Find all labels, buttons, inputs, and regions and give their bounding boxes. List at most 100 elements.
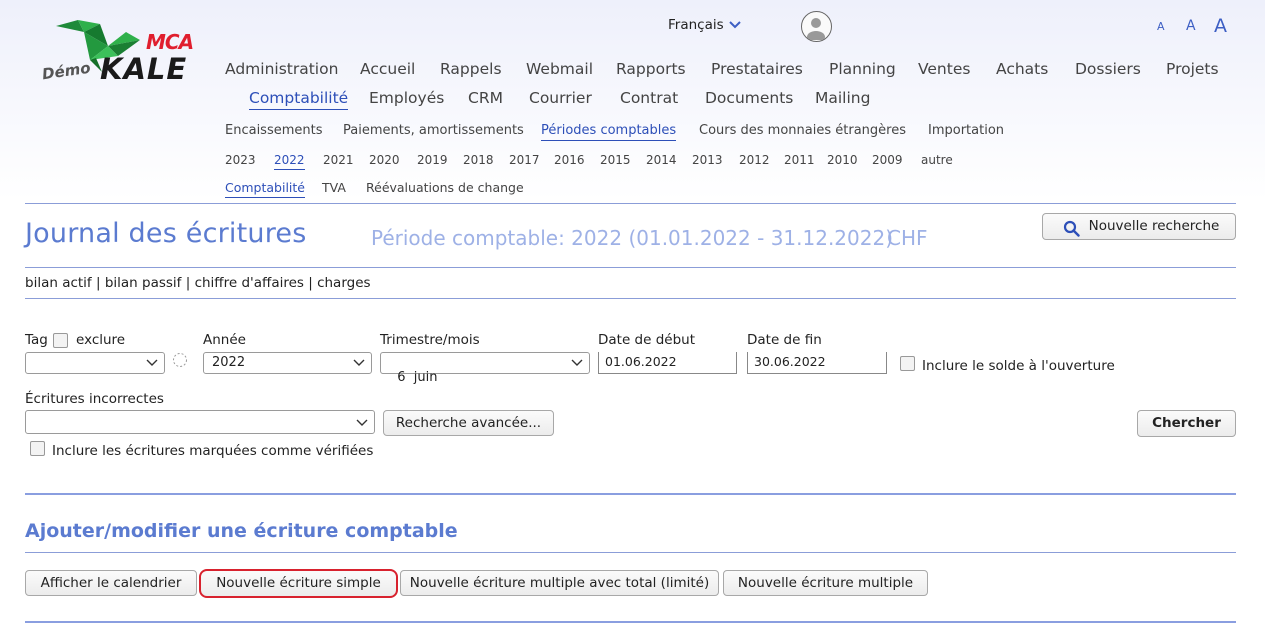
language-label: Français bbox=[668, 17, 724, 33]
new-multiple-total-entry-button[interactable]: Nouvelle écriture multiple avec total (l… bbox=[400, 570, 719, 596]
nav-rappels[interactable]: Rappels bbox=[440, 60, 502, 78]
chevron-down-icon bbox=[146, 359, 158, 366]
year-link[interactable]: 2020 bbox=[369, 153, 400, 167]
divider bbox=[25, 298, 1236, 299]
nav-accueil[interactable]: Accueil bbox=[360, 60, 415, 78]
divider bbox=[25, 552, 1236, 553]
year-link[interactable]: 2018 bbox=[463, 153, 494, 167]
year-link[interactable]: 2016 bbox=[554, 153, 585, 167]
exclude-label: exclure bbox=[76, 332, 126, 348]
year-link[interactable]: 2009 bbox=[872, 153, 903, 167]
year-select-value: 2022 bbox=[212, 355, 246, 370]
nav-rapports[interactable]: Rapports bbox=[616, 60, 686, 78]
language-selector[interactable]: Français bbox=[668, 17, 741, 33]
opening-balance-label: Inclure le solde à l'ouverture bbox=[922, 358, 1115, 374]
subnav-paiements[interactable]: Paiements, amortissements bbox=[343, 123, 524, 138]
loading-spinner-icon bbox=[173, 353, 187, 367]
quarter-select[interactable]: 6 juin bbox=[380, 352, 590, 385]
incorrect-entries-label: Écritures incorrectes bbox=[25, 391, 164, 407]
tag-label: Tag bbox=[25, 332, 48, 348]
link-bilan-passif[interactable]: bilan passif bbox=[105, 275, 182, 291]
end-date-input[interactable]: 30.06.2022 bbox=[747, 352, 887, 374]
nav-mailing[interactable]: Mailing bbox=[815, 89, 870, 107]
year-link[interactable]: 2021 bbox=[323, 153, 354, 167]
year-link[interactable]: 2011 bbox=[784, 153, 815, 167]
font-size-large-button[interactable]: A bbox=[1214, 15, 1227, 37]
divider bbox=[25, 621, 1236, 623]
start-date-input[interactable]: 01.06.2022 bbox=[598, 352, 737, 374]
user-avatar-icon[interactable] bbox=[801, 11, 832, 42]
nav-courrier[interactable]: Courrier bbox=[529, 89, 592, 107]
report-links: bilan actif | bilan passif | chiffre d'a… bbox=[25, 275, 371, 291]
font-size-medium-button[interactable]: A bbox=[1186, 18, 1196, 34]
verified-entries-checkbox[interactable] bbox=[30, 441, 45, 456]
nav-employes[interactable]: Employés bbox=[369, 89, 444, 107]
year-link[interactable]: 2019 bbox=[417, 153, 448, 167]
divider bbox=[25, 493, 1236, 495]
year-link[interactable]: 2015 bbox=[600, 153, 631, 167]
end-date-value: 30.06.2022 bbox=[754, 354, 826, 369]
divider bbox=[25, 267, 1236, 268]
year-link[interactable]: 2022 bbox=[274, 153, 305, 170]
subnav-cours[interactable]: Cours des monnaies étrangères bbox=[699, 123, 906, 138]
year-link[interactable]: autre bbox=[921, 153, 953, 167]
nav-webmail[interactable]: Webmail bbox=[526, 60, 593, 78]
new-search-button[interactable]: Nouvelle recherche bbox=[1042, 213, 1236, 240]
search-icon bbox=[1063, 220, 1080, 237]
page-title: Journal des écritures bbox=[25, 218, 307, 249]
nav-documents[interactable]: Documents bbox=[705, 89, 793, 107]
start-date-label: Date de début bbox=[598, 332, 696, 348]
period-label: Période comptable: 2022 (01.01.2022 - 31… bbox=[371, 226, 894, 250]
subnav-periodes[interactable]: Périodes comptables bbox=[541, 123, 677, 141]
year-link[interactable]: 2014 bbox=[646, 153, 677, 167]
year-link[interactable]: 2017 bbox=[509, 153, 540, 167]
subsub-reevaluations[interactable]: Réévaluations de change bbox=[366, 180, 524, 195]
font-size-small-button[interactable]: A bbox=[1157, 20, 1165, 33]
add-entry-section-title: Ajouter/modifier une écriture comptable bbox=[25, 520, 458, 542]
quarter-select-value: 6 juin bbox=[397, 370, 438, 385]
nav-ventes[interactable]: Ventes bbox=[918, 60, 970, 78]
nav-comptabilite[interactable]: Comptabilité bbox=[249, 89, 349, 110]
new-multiple-entry-button[interactable]: Nouvelle écriture multiple bbox=[723, 570, 928, 596]
opening-balance-checkbox[interactable] bbox=[900, 356, 915, 371]
logo-kale-text: KALE bbox=[100, 52, 188, 86]
advanced-search-button[interactable]: Recherche avancée... bbox=[383, 410, 554, 436]
show-calendar-button[interactable]: Afficher le calendrier bbox=[25, 570, 197, 596]
link-chiffre-affaires[interactable]: chiffre d'affaires bbox=[195, 275, 304, 291]
logo-mca-text: MCA bbox=[146, 30, 194, 54]
start-date-value: 01.06.2022 bbox=[605, 354, 677, 369]
chevron-down-icon bbox=[353, 359, 365, 366]
year-select[interactable]: 2022 bbox=[203, 352, 372, 374]
incorrect-entries-select[interactable] bbox=[25, 410, 375, 434]
link-charges[interactable]: charges bbox=[317, 275, 370, 291]
quarter-label: Trimestre/mois bbox=[380, 332, 480, 348]
new-search-label: Nouvelle recherche bbox=[1088, 218, 1220, 234]
subsub-comptabilite[interactable]: Comptabilité bbox=[225, 180, 305, 198]
person-icon bbox=[807, 18, 825, 41]
nav-administration[interactable]: Administration bbox=[225, 60, 338, 78]
nav-prestataires[interactable]: Prestataires bbox=[711, 60, 803, 78]
year-link[interactable]: 2010 bbox=[827, 153, 858, 167]
year-link[interactable]: 2013 bbox=[692, 153, 723, 167]
logo-demo-text: Démo bbox=[40, 58, 92, 84]
link-bilan-actif[interactable]: bilan actif bbox=[25, 275, 92, 291]
tag-select[interactable] bbox=[25, 352, 165, 374]
app-logo[interactable]: MCA Démo KALE bbox=[38, 18, 213, 88]
new-simple-entry-button[interactable]: Nouvelle écriture simple bbox=[199, 569, 398, 598]
nav-planning[interactable]: Planning bbox=[829, 60, 896, 78]
subnav-encaissements[interactable]: Encaissements bbox=[225, 123, 323, 138]
currency-label: CHF bbox=[887, 226, 928, 250]
nav-projets[interactable]: Projets bbox=[1166, 60, 1219, 78]
verified-entries-label: Inclure les écritures marquées comme vér… bbox=[52, 443, 374, 459]
year-link[interactable]: 2012 bbox=[739, 153, 770, 167]
subsub-tva[interactable]: TVA bbox=[322, 180, 346, 195]
nav-crm[interactable]: CRM bbox=[468, 89, 503, 107]
nav-contrat[interactable]: Contrat bbox=[620, 89, 678, 107]
divider bbox=[25, 203, 1236, 204]
search-button[interactable]: Chercher bbox=[1137, 410, 1236, 437]
nav-achats[interactable]: Achats bbox=[996, 60, 1048, 78]
year-link[interactable]: 2023 bbox=[225, 153, 256, 167]
exclude-checkbox[interactable] bbox=[53, 333, 68, 348]
nav-dossiers[interactable]: Dossiers bbox=[1075, 60, 1141, 78]
subnav-importation[interactable]: Importation bbox=[928, 123, 1004, 138]
